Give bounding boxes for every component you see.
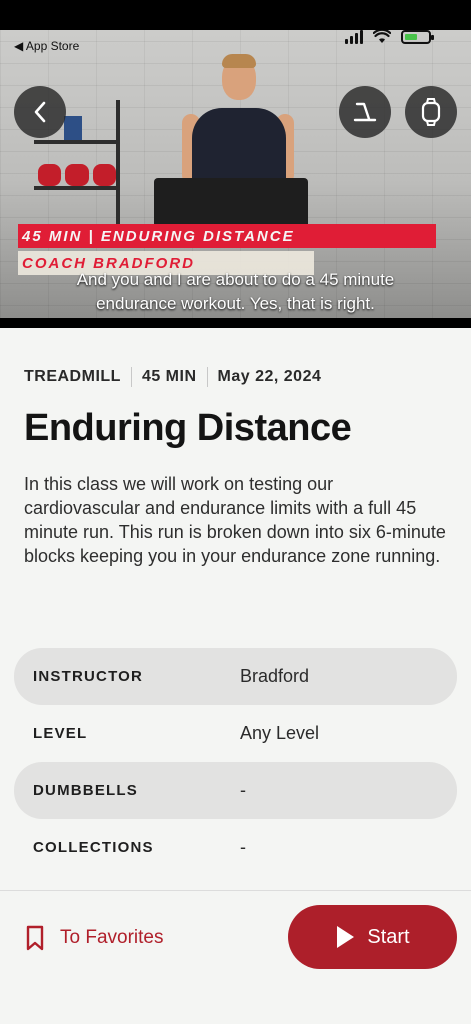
watch-icon — [421, 98, 441, 126]
wifi-icon — [373, 30, 391, 43]
class-details-table: INSTRUCTOR Bradford LEVEL Any Level DUMB… — [14, 648, 457, 876]
equipment-button[interactable] — [339, 86, 391, 138]
scene-shelf — [34, 140, 118, 144]
video-letterbox — [0, 318, 471, 328]
class-meta: TREADMILL 45 MIN May 22, 2024 — [24, 367, 321, 387]
class-title: Enduring Distance — [24, 407, 352, 449]
details-row-dumbbells: DUMBBELLS - — [14, 762, 457, 819]
treadmill-icon — [353, 102, 377, 122]
details-value: - — [240, 780, 246, 800]
details-key: INSTRUCTOR — [33, 668, 144, 685]
details-row-instructor: INSTRUCTOR Bradford — [14, 648, 457, 705]
watch-button[interactable] — [405, 86, 457, 138]
chevron-left-icon — [34, 101, 46, 123]
battery-icon — [401, 30, 434, 44]
caption-line: And you and I are about to do a 45 minut… — [76, 270, 395, 289]
details-row-collections: COLLECTIONS - — [14, 819, 457, 876]
details-value: Bradford — [240, 666, 310, 686]
scene-shelf — [34, 186, 118, 190]
class-video-preview[interactable]: 45 MIN | ENDURING DISTANCE COACH BRADFOR… — [0, 0, 471, 328]
video-caption: And you and I are about to do a 45 minut… — [0, 268, 471, 316]
to-favorites-label: To Favorites — [60, 927, 164, 948]
start-button[interactable]: Start — [288, 905, 457, 969]
caption-line: endurance workout. Yes, that is right. — [96, 294, 375, 313]
details-row-level: LEVEL Any Level — [14, 705, 457, 762]
details-key: DUMBBELLS — [33, 782, 138, 799]
class-duration: 45 MIN — [141, 368, 197, 385]
action-bar-divider — [0, 890, 471, 891]
start-label: Start — [367, 925, 410, 948]
to-favorites-button[interactable]: To Favorites — [24, 920, 163, 956]
bookmark-icon — [26, 925, 44, 951]
class-type: TREADMILL — [24, 368, 121, 385]
details-value: - — [240, 837, 246, 857]
scene-box — [64, 116, 82, 140]
class-description: In this class we will work on testing ou… — [24, 474, 446, 566]
scene-shelf-post — [116, 100, 120, 230]
overlay-title-text: 45 MIN | ENDURING DISTANCE — [22, 228, 295, 245]
back-button[interactable] — [14, 86, 66, 138]
status-bar: ◀ App Store — [0, 0, 471, 56]
details-value: Any Level — [240, 723, 320, 743]
meta-divider — [130, 367, 132, 387]
scene-boxing-gloves — [38, 164, 116, 186]
class-date: May 22, 2024 — [217, 368, 322, 385]
status-icons — [345, 30, 434, 44]
play-icon — [337, 926, 355, 948]
meta-divider — [206, 367, 208, 387]
back-to-app-store[interactable]: ◀ App Store — [14, 39, 79, 53]
details-key: COLLECTIONS — [33, 839, 154, 856]
details-key: LEVEL — [33, 725, 88, 742]
cellular-signal-icon — [345, 30, 363, 44]
